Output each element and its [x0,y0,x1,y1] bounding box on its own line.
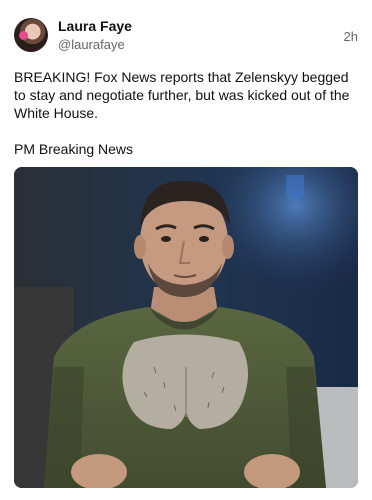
post-text: BREAKING! Fox News reports that Zelensky… [14,68,358,158]
post-card: Laura Faye @laurafaye 2h BREAKING! Fox N… [0,0,372,500]
avatar[interactable] [14,18,48,52]
avatar-flower-icon [19,31,28,40]
author-handle[interactable]: @laurafaye [58,37,125,52]
post-text-line: PM Breaking News [14,141,134,157]
post-text-line: BREAKING! Fox News reports that Zelensky… [14,69,350,121]
post-image-illustration [14,167,358,488]
post-header: Laura Faye @laurafaye 2h [14,16,360,56]
post-image[interactable] [14,167,358,488]
post-timestamp[interactable]: 2h [344,29,358,44]
author-display-name[interactable]: Laura Faye [58,18,132,34]
